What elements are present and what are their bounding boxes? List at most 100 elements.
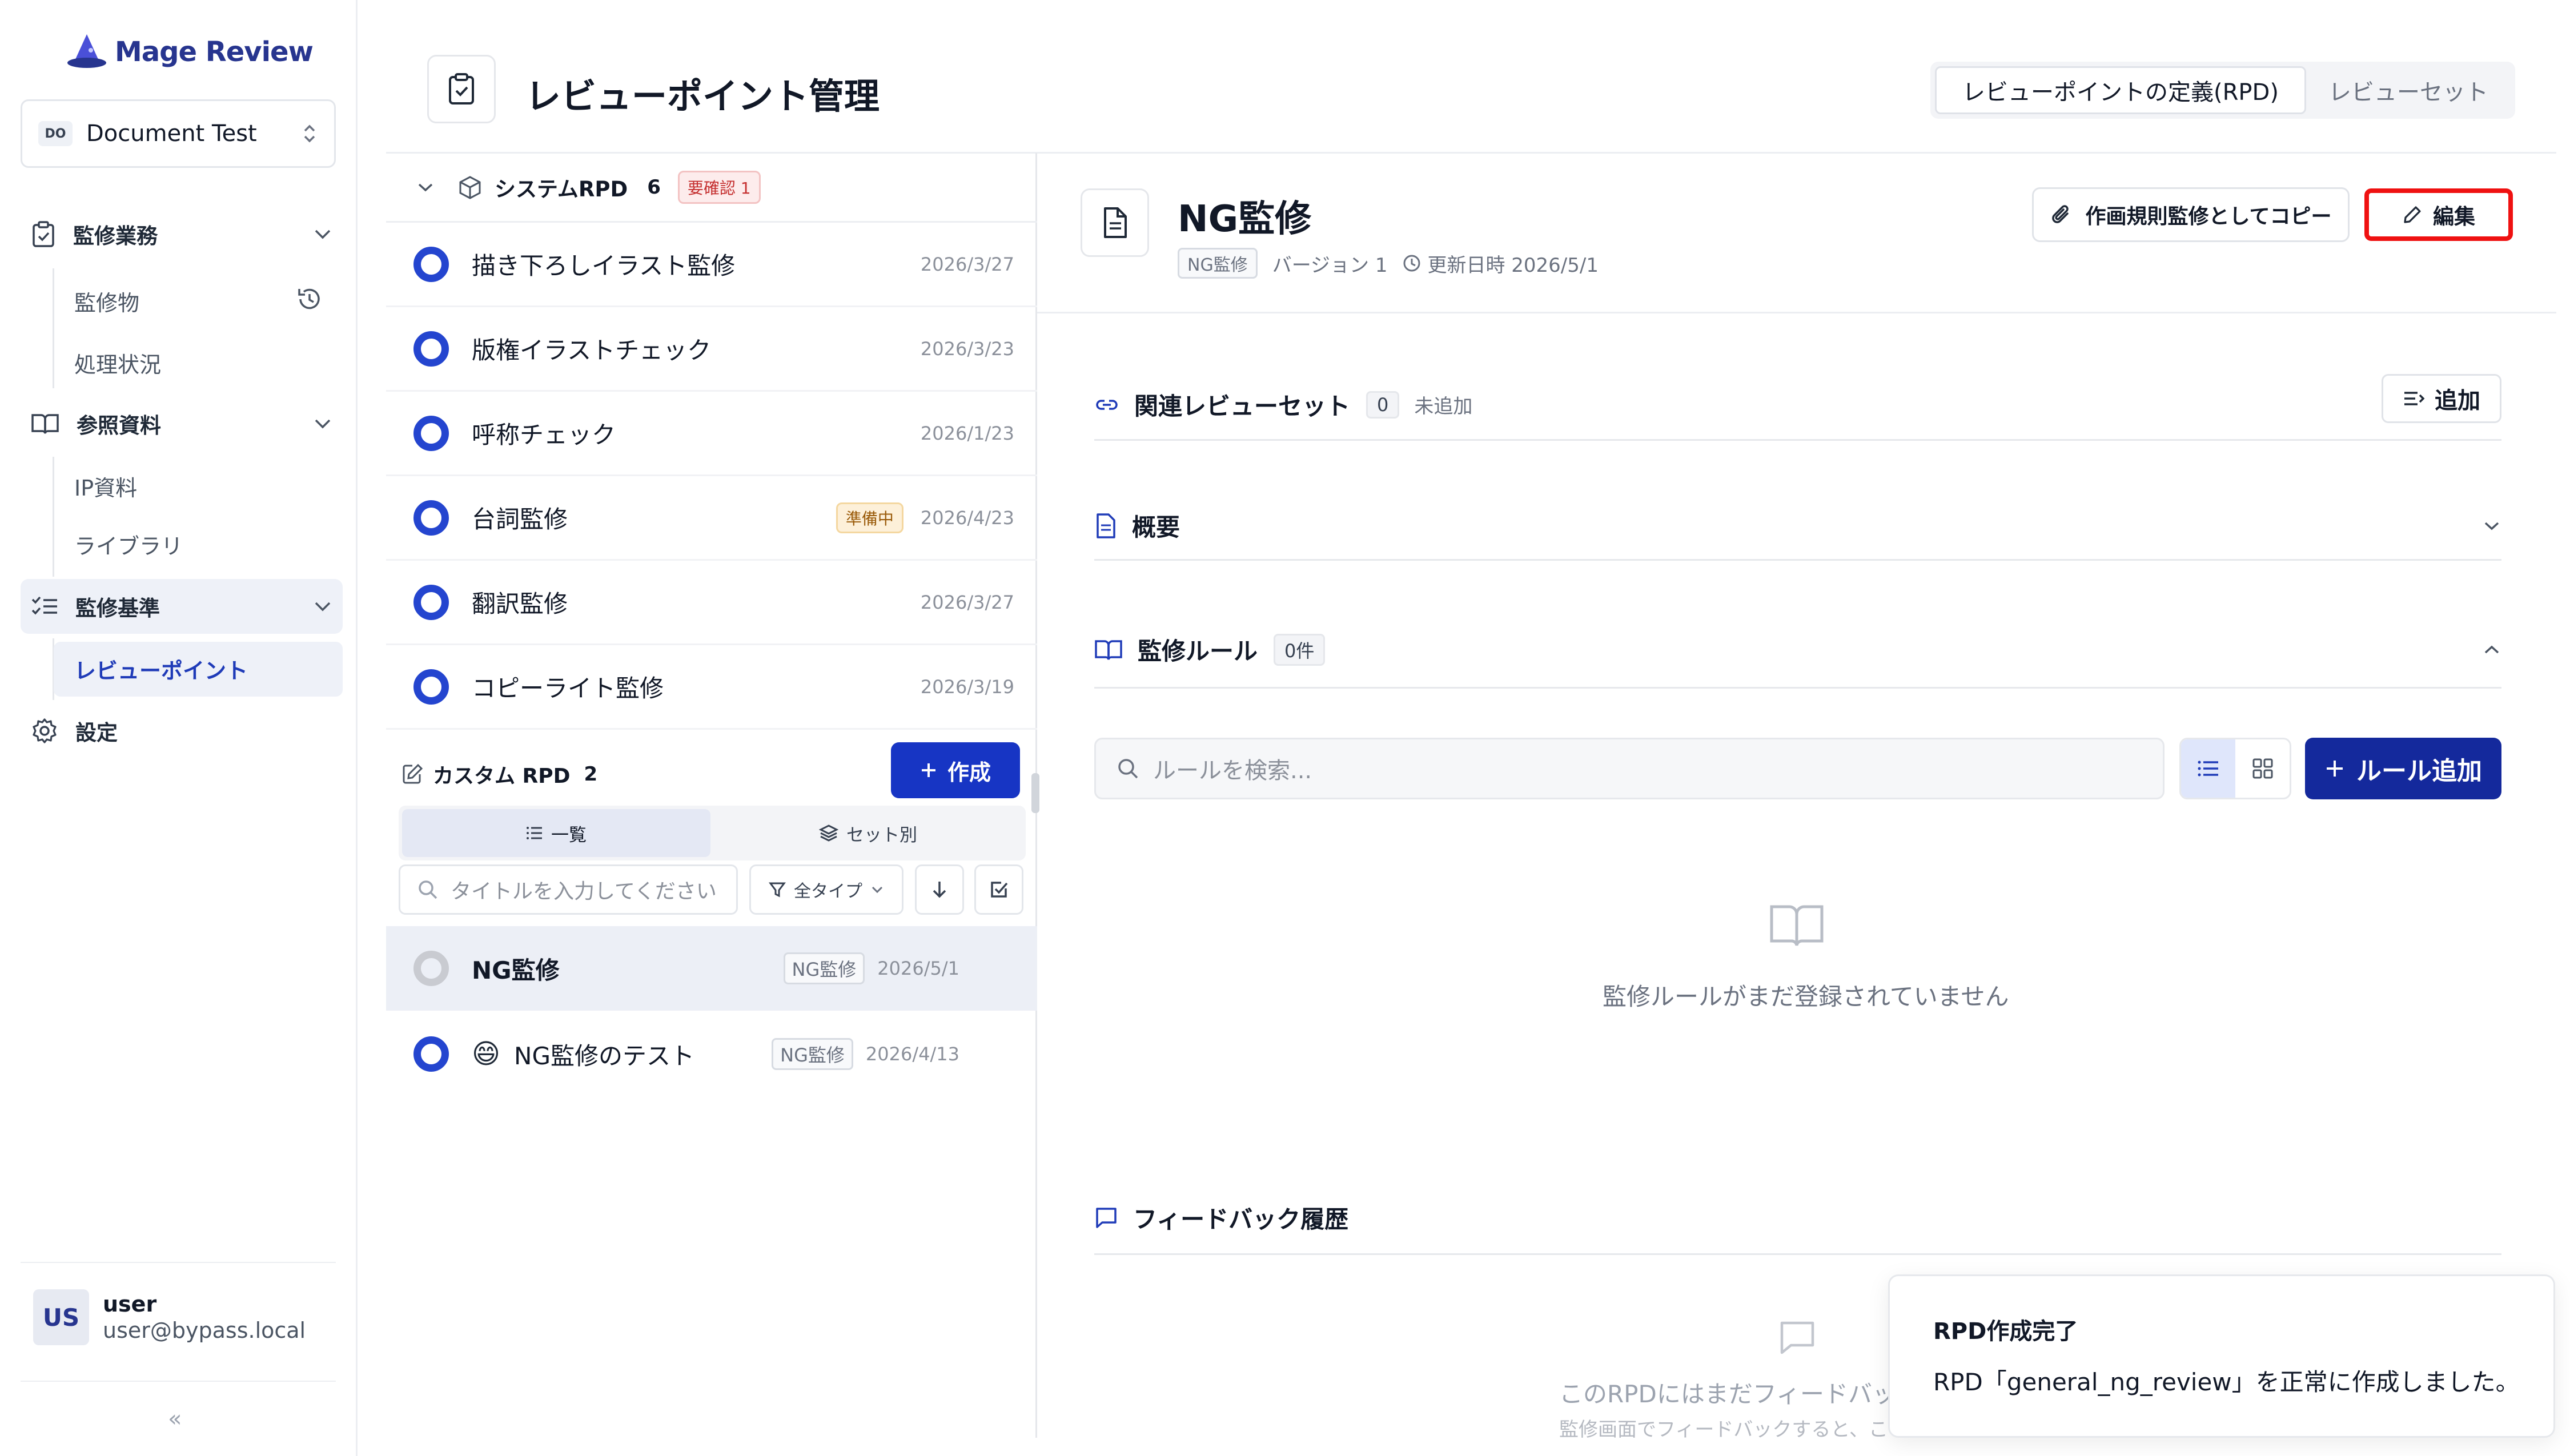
app-logo[interactable]: Mage Review (66, 33, 314, 71)
grid-icon (2252, 758, 2272, 779)
list-item[interactable]: 呼称チェック 2026/1/23 (386, 392, 1037, 476)
create-rpd-button[interactable]: 作成 (891, 742, 1020, 798)
status-ring-icon (413, 500, 449, 536)
filter-icon (769, 882, 786, 898)
rpd-updated-text: 更新日時 2026/5/1 (1427, 254, 1599, 277)
nav-settings-label: 設定 (75, 721, 118, 745)
list-add-icon (2404, 392, 2425, 405)
history-icon[interactable] (295, 284, 324, 314)
user-name: user (103, 1292, 157, 1317)
pencil-icon (2404, 206, 2421, 223)
rpd-date: 2026/4/23 (920, 506, 1014, 529)
custom-rpd-count: 2 (584, 763, 598, 786)
divider (1037, 312, 2556, 313)
chevron-down-icon[interactable] (416, 181, 435, 194)
panel-resize-handle[interactable] (1031, 773, 1039, 813)
rpd-title: 呼称チェック (472, 421, 616, 449)
related-sets-count: 0 (1366, 391, 1400, 419)
nav-standards[interactable]: 監修基準 (21, 579, 343, 634)
list-item[interactable]: 台詞監修 準備中 2026/4/23 (386, 476, 1037, 561)
nav-item-deliverables[interactable]: 監修物 (74, 285, 139, 317)
link-icon (1096, 399, 1118, 410)
message-square-icon (1096, 1207, 1117, 1228)
avatar[interactable]: US (33, 1289, 89, 1345)
tab-rpd-definitions[interactable]: レビューポイントの定義(RPD) (1935, 66, 2306, 114)
rpd-version: バージョン 1 (1272, 254, 1388, 277)
list-item[interactable]: 😄 NG監修のテスト NG監修 2026/4/13 (386, 1012, 1037, 1096)
document-icon (1104, 207, 1127, 238)
tab-review-sets[interactable]: レビューセット (2306, 66, 2511, 114)
chevron-down-icon (315, 419, 331, 429)
nav-reference-label: 参照資料 (77, 413, 161, 438)
status-ring-icon (413, 1036, 449, 1072)
section-overview[interactable]: 概要 (1094, 492, 2501, 561)
tab-by-set[interactable]: セット別 (714, 809, 1022, 857)
page-icon (427, 55, 496, 123)
nav-inspection[interactable]: 監修業務 (21, 207, 343, 262)
page-title: レビューポイント管理 (525, 75, 880, 117)
system-rpd-header[interactable]: システムRPD 6 要確認 1 (386, 153, 1037, 223)
chevron-up-icon[interactable] (2482, 643, 2501, 656)
nav-reference[interactable]: 参照資料 (21, 396, 343, 451)
toast-message: RPD「general_ng_review」を正常に作成しました。 (1933, 1368, 2520, 1396)
select-mode-button[interactable] (974, 864, 1023, 915)
tab-by-set-label: セット別 (846, 824, 917, 846)
nav-item-ip-materials[interactable]: IP資料 (74, 470, 137, 502)
chevron-down-icon[interactable] (2482, 520, 2501, 532)
rpd-title: 版権イラストチェック (472, 336, 712, 364)
add-rule-button[interactable]: ルール追加 (2305, 738, 2501, 799)
arrow-down-icon (933, 882, 946, 898)
tab-list[interactable]: 一覧 (402, 809, 710, 857)
collapse-sidebar-button[interactable]: « (168, 1406, 182, 1432)
rpd-title: 翻訳監修 (472, 590, 568, 618)
rules-count: 0件 (1274, 633, 1326, 666)
edit-button[interactable]: 編集 (2364, 188, 2513, 241)
chevron-down-icon (872, 886, 883, 894)
nav-item-processing[interactable]: 処理状況 (74, 347, 161, 379)
cube-icon (459, 175, 481, 199)
nav-divider (53, 457, 54, 577)
add-review-set-button[interactable]: 追加 (2382, 374, 2501, 423)
workspace-name: Document Test (86, 120, 257, 147)
user-email: user@bypass.local (103, 1318, 306, 1343)
list-item[interactable]: コピーライト監修 2026/3/19 (386, 645, 1037, 730)
nav-inspection-label: 監修業務 (73, 224, 158, 248)
sidebar: Mage Review DO Document Test 監修業務 監修物 処理… (0, 0, 358, 1456)
nav-standards-label: 監修基準 (75, 596, 160, 621)
chevron-up-down-icon (304, 124, 315, 143)
rule-search-input[interactable]: ルールを検索... (1094, 738, 2165, 799)
sort-button[interactable] (915, 864, 964, 915)
nav-item-review-points[interactable]: レビューポイント (74, 653, 248, 685)
list-view-button[interactable] (2181, 739, 2235, 798)
list-item[interactable]: 翻訳監修 2026/3/27 (386, 561, 1037, 645)
paperclip-icon (2051, 205, 2069, 223)
list-check-icon (31, 596, 57, 615)
chevron-down-icon (315, 230, 331, 239)
document-text-icon (1097, 513, 1115, 538)
rpd-doc-icon (1081, 188, 1149, 257)
type-filter-select[interactable]: 全タイプ (749, 864, 903, 915)
rpd-tag: NG監修 (772, 1038, 853, 1070)
workspace-select[interactable]: DO Document Test (21, 99, 336, 168)
feedback-empty-message: このRPDにはまだフィードバック (1559, 1380, 1921, 1408)
rpd-tag: NG監修 (783, 952, 865, 984)
rpd-detail-title: NG監修 (1178, 198, 1312, 240)
section-rules[interactable]: 監修ルール 0件 (1094, 612, 2501, 689)
rpd-title: コピーライト監修 (472, 674, 664, 702)
copy-as-drawing-rule-button[interactable]: 作画規則監修としてコピー (2032, 187, 2350, 242)
list-icon (527, 827, 542, 839)
grid-view-button[interactable] (2235, 739, 2290, 798)
wizard-hat-icon (67, 34, 106, 68)
rpd-date: 2026/1/23 (920, 422, 1014, 444)
list-item[interactable]: 版権イラストチェック 2026/3/23 (386, 307, 1037, 392)
nav-item-library[interactable]: ライブラリ (74, 529, 183, 560)
rpd-search-input[interactable]: タイトルを入力してください (399, 864, 738, 915)
rpd-tag: NG監修 (1178, 248, 1258, 279)
clipboard-check-icon (33, 221, 54, 247)
nav-settings[interactable]: 設定 (21, 703, 343, 758)
list-item[interactable]: 描き下ろしイラスト監修 2026/3/27 (386, 223, 1037, 307)
list-item-selected[interactable]: NG監修 NG監修 2026/5/1 (386, 926, 1037, 1011)
status-ring-icon (413, 951, 449, 986)
toast-notification[interactable]: RPD作成完了 RPD「general_ng_review」を正常に作成しました… (1888, 1274, 2555, 1438)
rpd-date: 2026/3/23 (920, 337, 1014, 360)
